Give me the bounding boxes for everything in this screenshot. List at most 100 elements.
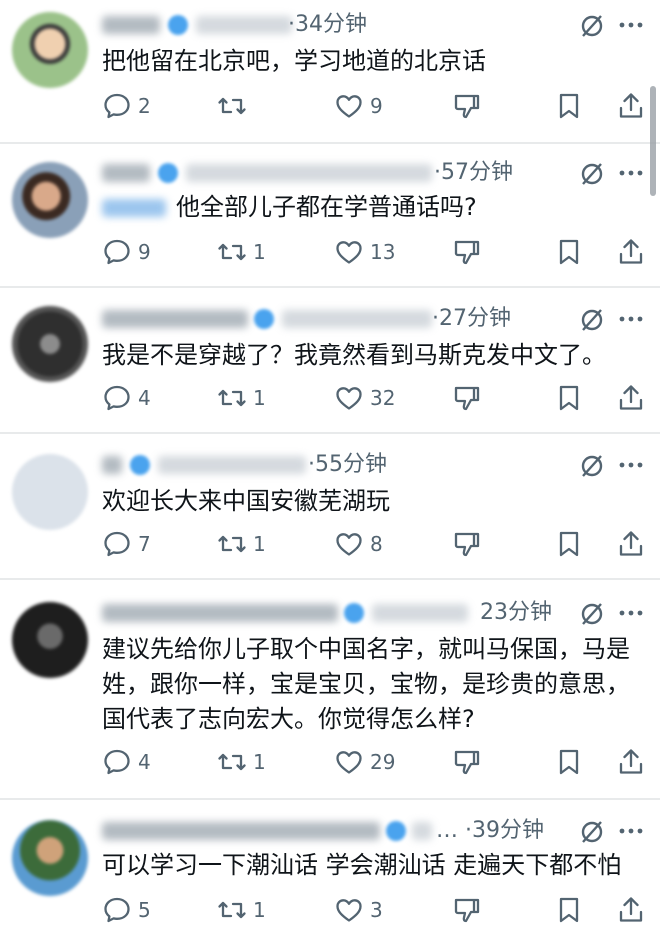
bookmark-button[interactable] bbox=[554, 528, 584, 560]
retweet-count: 1 bbox=[253, 532, 266, 556]
thumbs-down-icon bbox=[454, 240, 480, 265]
retweet-icon bbox=[218, 535, 246, 553]
reply-button[interactable]: 4 bbox=[102, 382, 162, 414]
dislike-button[interactable] bbox=[452, 90, 482, 122]
author-name-blurred[interactable] bbox=[102, 16, 160, 34]
dislike-button[interactable] bbox=[452, 894, 482, 926]
reply-button[interactable]: 7 bbox=[102, 528, 162, 560]
retweet-count: 1 bbox=[253, 386, 266, 410]
reply-button[interactable]: 2 bbox=[102, 90, 162, 122]
mute-circle-slash-icon[interactable] bbox=[578, 600, 606, 628]
scrollbar[interactable] bbox=[650, 86, 656, 196]
retweet-button[interactable]: 1 bbox=[217, 894, 277, 926]
reply-button[interactable]: 9 bbox=[102, 236, 162, 268]
verified-badge-icon bbox=[254, 309, 274, 329]
timestamp[interactable]: ·27分钟 bbox=[432, 304, 511, 334]
reply-button[interactable]: 4 bbox=[102, 746, 162, 778]
reply-button[interactable]: 5 bbox=[102, 894, 162, 926]
timestamp[interactable]: ·57分钟 bbox=[434, 158, 513, 188]
author-name-blurred[interactable] bbox=[102, 604, 338, 622]
avatar[interactable] bbox=[12, 306, 88, 382]
bookmark-icon bbox=[559, 239, 579, 265]
author-name-blurred[interactable] bbox=[102, 456, 122, 474]
dislike-button[interactable] bbox=[452, 236, 482, 268]
thumbs-down-icon bbox=[454, 750, 480, 775]
bookmark-button[interactable] bbox=[554, 90, 584, 122]
like-button[interactable]: 13 bbox=[334, 236, 404, 268]
timestamp[interactable]: ·55分钟 bbox=[308, 450, 387, 480]
share-button[interactable] bbox=[616, 746, 646, 778]
more-dots-icon[interactable] bbox=[618, 314, 644, 324]
reply-tweet[interactable]: ·57分钟 他全部儿子都在学普通话吗? 9 1 13 bbox=[0, 144, 660, 286]
more-dots-icon[interactable] bbox=[618, 168, 644, 178]
reply-tweet[interactable]: ·55分钟 欢迎长大来中国安徽芜湖玩 7 1 8 bbox=[0, 434, 660, 578]
timestamp[interactable]: … ·39分钟 bbox=[436, 816, 544, 846]
bookmark-button[interactable] bbox=[554, 894, 584, 926]
bookmark-button[interactable] bbox=[554, 746, 584, 778]
reply-tweet[interactable]: 23分钟 建议先给你儿子取个中国名字，就叫马保国，马是姓，跟你一样，宝是宝贝，宝… bbox=[0, 582, 660, 796]
tweet-text: 欢迎长大来中国安徽芜湖玩 bbox=[102, 487, 390, 515]
dislike-button[interactable] bbox=[452, 528, 482, 560]
mute-circle-slash-icon[interactable] bbox=[578, 160, 606, 188]
dislike-button[interactable] bbox=[452, 382, 482, 414]
thumbs-down-icon bbox=[454, 94, 480, 119]
like-count: 8 bbox=[370, 532, 383, 556]
mention-blurred[interactable] bbox=[102, 199, 166, 217]
share-button[interactable] bbox=[616, 894, 646, 926]
reply-bubble-icon bbox=[104, 897, 130, 923]
reply-tweet[interactable]: ·34分钟 把他留在北京吧，学习地道的北京话 2 9 bbox=[0, 0, 660, 142]
retweet-button[interactable]: 1 bbox=[217, 746, 277, 778]
like-button[interactable]: 29 bbox=[334, 746, 404, 778]
reply-tweet[interactable]: ·27分钟 我是不是穿越了？我竟然看到马斯克发中文了。 4 1 32 bbox=[0, 288, 660, 432]
bookmark-icon bbox=[559, 531, 579, 557]
mute-circle-slash-icon[interactable] bbox=[578, 12, 606, 40]
tweet-actions: 9 1 13 bbox=[102, 236, 660, 268]
mute-circle-slash-icon[interactable] bbox=[578, 452, 606, 480]
more-dots-icon[interactable] bbox=[618, 460, 644, 470]
retweet-button[interactable]: 1 bbox=[217, 382, 277, 414]
share-button[interactable] bbox=[616, 236, 646, 268]
mute-circle-slash-icon[interactable] bbox=[578, 818, 606, 846]
avatar[interactable] bbox=[12, 602, 88, 678]
more-dots-icon[interactable] bbox=[618, 608, 644, 618]
reply-tweet[interactable]: … ·39分钟 可以学习一下潮汕话 学会潮汕话 走遍天下都不怕 5 1 3 bbox=[0, 800, 660, 942]
retweet-button[interactable] bbox=[217, 90, 277, 122]
more-dots-icon[interactable] bbox=[618, 826, 644, 836]
verified-badge-icon bbox=[158, 163, 178, 183]
share-icon bbox=[619, 239, 643, 264]
author-name-blurred[interactable] bbox=[102, 822, 380, 840]
share-button[interactable] bbox=[616, 528, 646, 560]
author-name-blurred[interactable] bbox=[102, 310, 248, 328]
like-button[interactable]: 3 bbox=[334, 894, 404, 926]
like-button[interactable]: 8 bbox=[334, 528, 404, 560]
timestamp[interactable]: 23分钟 bbox=[480, 598, 552, 628]
share-button[interactable] bbox=[616, 90, 646, 122]
retweet-button[interactable]: 1 bbox=[217, 236, 277, 268]
tweet-header: ·57分钟 bbox=[102, 158, 660, 188]
author-name-blurred[interactable] bbox=[102, 164, 150, 182]
share-button[interactable] bbox=[616, 382, 646, 414]
avatar[interactable] bbox=[12, 162, 88, 238]
tweet-actions: 5 1 3 bbox=[102, 894, 660, 926]
retweet-button[interactable]: 1 bbox=[217, 528, 277, 560]
author-handle-blurred bbox=[186, 164, 432, 182]
avatar[interactable] bbox=[12, 820, 88, 896]
avatar[interactable] bbox=[12, 454, 88, 530]
author-handle-blurred bbox=[282, 310, 432, 328]
retweet-count: 1 bbox=[253, 240, 266, 264]
dislike-button[interactable] bbox=[452, 746, 482, 778]
like-button[interactable]: 32 bbox=[334, 382, 404, 414]
more-dots-icon[interactable] bbox=[618, 20, 644, 30]
mute-circle-slash-icon[interactable] bbox=[578, 306, 606, 334]
tweet-actions: 4 1 29 bbox=[102, 746, 660, 778]
bookmark-button[interactable] bbox=[554, 382, 584, 414]
like-button[interactable]: 9 bbox=[334, 90, 404, 122]
timestamp[interactable]: ·34分钟 bbox=[288, 10, 367, 40]
bookmark-button[interactable] bbox=[554, 236, 584, 268]
heart-icon bbox=[336, 751, 362, 774]
avatar[interactable] bbox=[12, 12, 88, 88]
thumbs-down-icon bbox=[454, 532, 480, 557]
tweet-header: ·55分钟 bbox=[102, 450, 660, 480]
verified-badge-icon bbox=[168, 15, 188, 35]
verified-badge-icon bbox=[344, 603, 364, 623]
